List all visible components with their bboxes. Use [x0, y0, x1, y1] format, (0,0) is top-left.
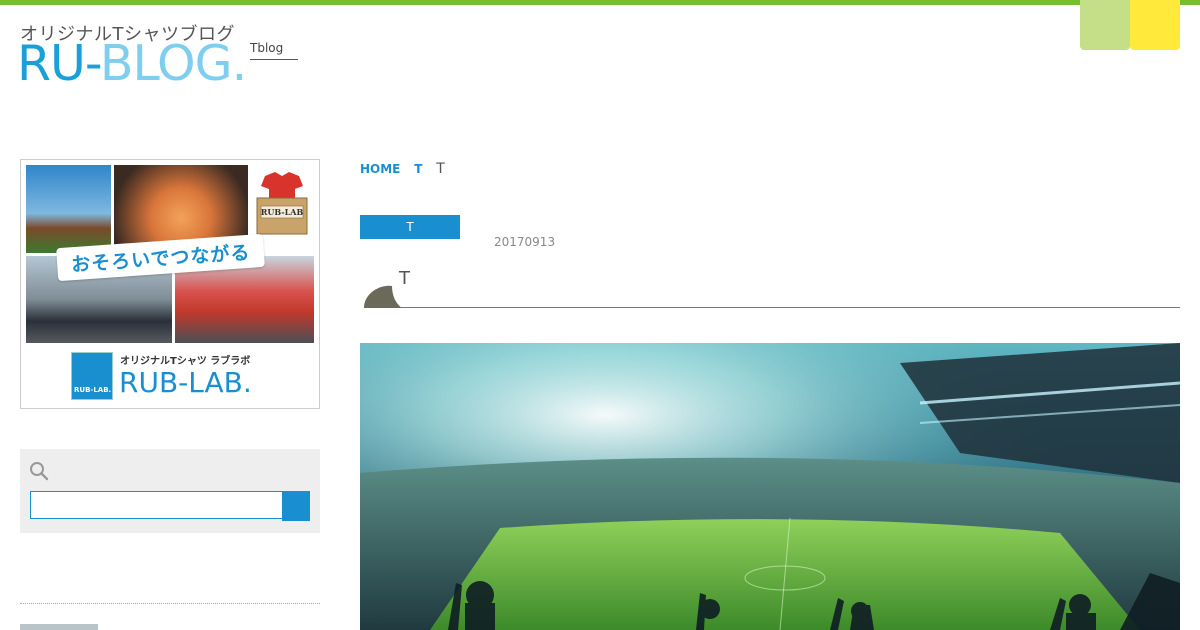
hero-stadium-image — [360, 343, 1180, 630]
stadium-illustration — [360, 343, 1180, 630]
sidebar-divider — [20, 603, 320, 604]
top-accent-bar — [0, 0, 1200, 5]
corner-block-yellow[interactable] — [1130, 0, 1180, 50]
corner-block-green[interactable] — [1080, 0, 1130, 50]
site-tagline: Tblog — [250, 41, 298, 60]
banner-photo-jumping — [26, 165, 111, 253]
post-date: 20170913 — [494, 235, 556, 249]
rub-lab-badge: RUB-LAB. — [71, 352, 113, 400]
sidebar-thumbnail[interactable] — [20, 624, 98, 630]
search-widget — [20, 449, 320, 533]
logo-part-ru: RU- — [17, 35, 101, 92]
breadcrumb: HOME T T — [360, 161, 445, 177]
search-submit-button[interactable] — [282, 491, 310, 521]
category-tag[interactable]: T — [360, 215, 460, 239]
leaf-icon — [364, 285, 402, 308]
tshirt-box-icon: RUB-LAB — [256, 172, 308, 235]
search-input[interactable] — [30, 491, 284, 519]
title-underline — [400, 307, 1180, 308]
breadcrumb-home-link[interactable]: HOME — [360, 162, 400, 176]
brand-name: RUB-LAB. — [119, 366, 252, 399]
rub-lab-banner[interactable]: RUB-LAB おそろいでつながる RUB-LAB. オリジナルTシャツ ラブラ… — [20, 159, 320, 409]
logo-part-blog: BLOG. — [99, 35, 247, 92]
page-title: T — [399, 268, 410, 289]
badge-label: RUB-LAB. — [74, 386, 112, 394]
brand-subtitle: オリジナルTシャツ ラブラボ — [120, 356, 251, 367]
box-label-text: RUB-LAB — [261, 207, 304, 217]
site-logo[interactable]: RU-BLOG. — [17, 35, 247, 92]
breadcrumb-category-link[interactable]: T — [414, 162, 422, 176]
search-icon — [30, 462, 49, 481]
breadcrumb-current: T — [436, 161, 445, 177]
